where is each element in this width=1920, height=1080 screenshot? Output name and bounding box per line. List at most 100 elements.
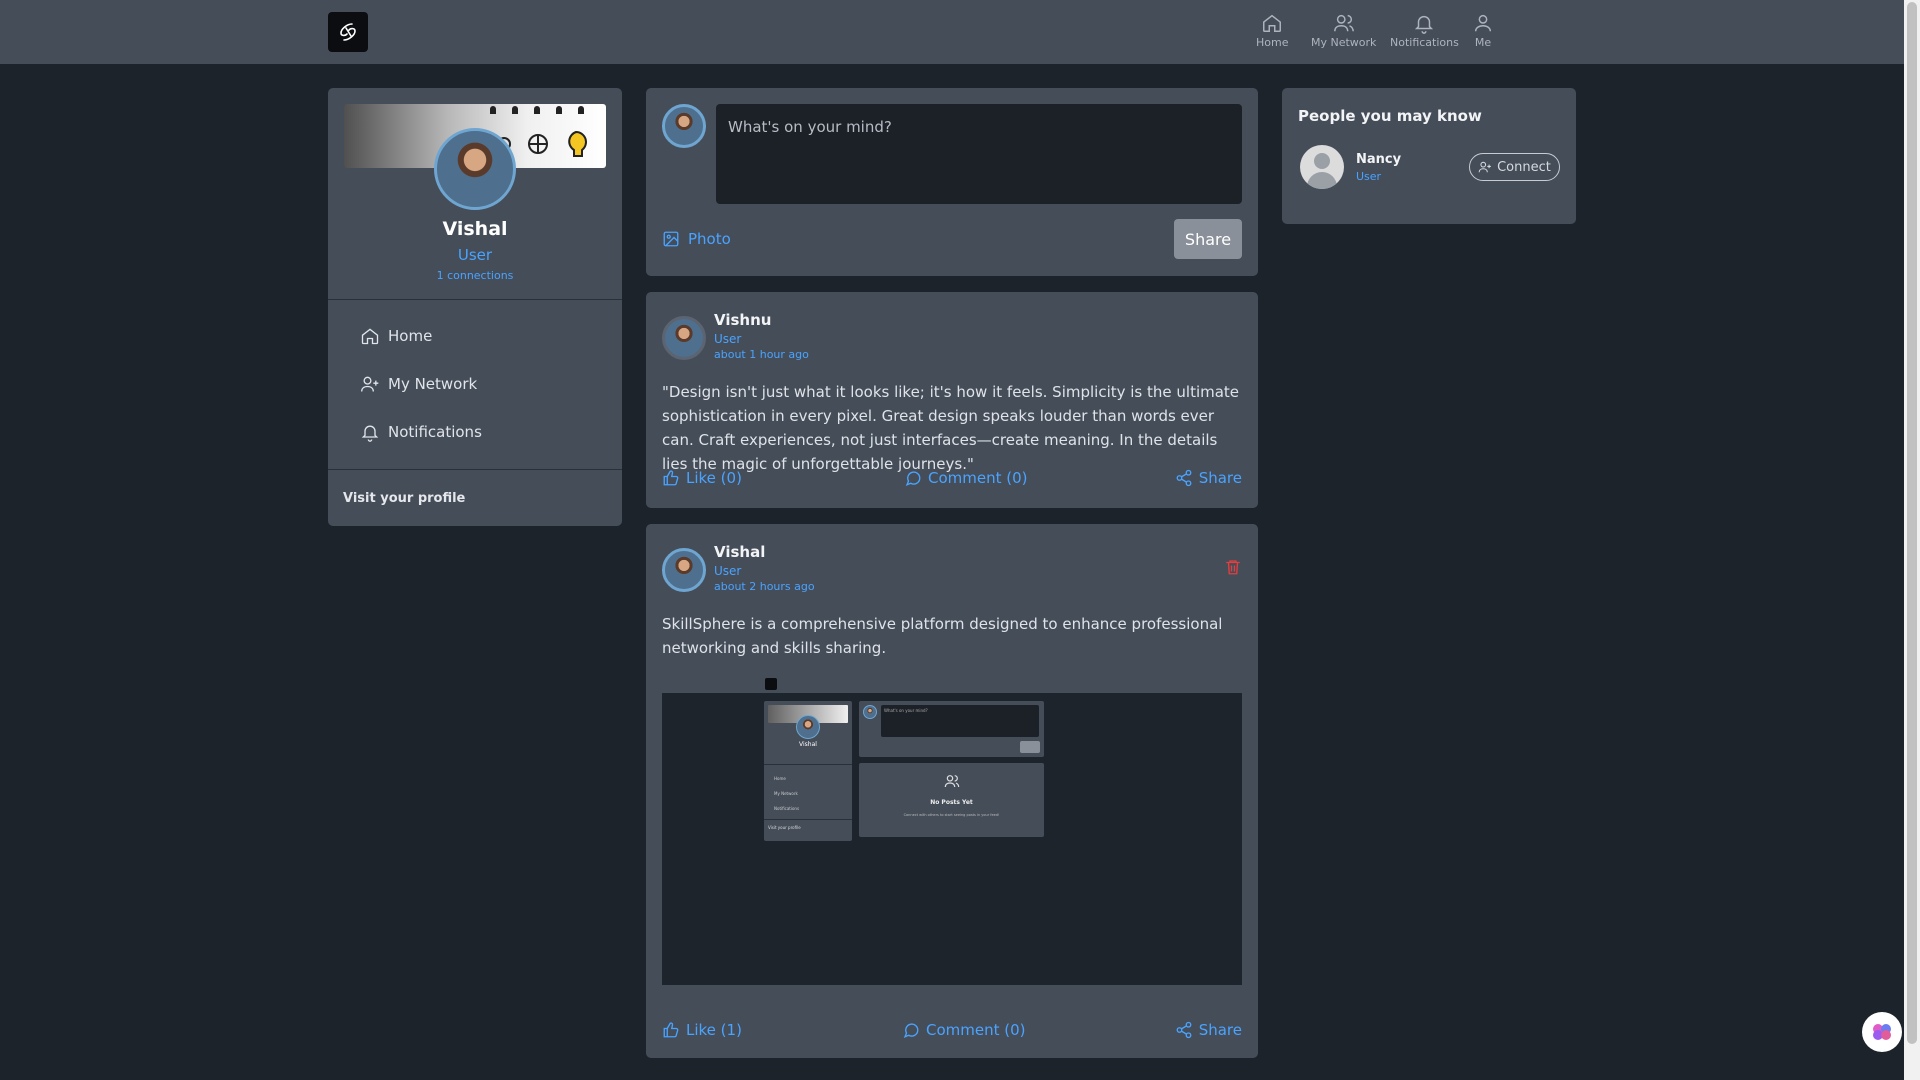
mini-divider (764, 819, 852, 820)
suggestion-avatar[interactable] (1300, 145, 1344, 189)
share-icon (1176, 469, 1192, 487)
assistant-button[interactable] (1862, 1012, 1902, 1052)
mini-navbar (662, 675, 1242, 693)
post-input[interactable]: What's on your mind? (716, 104, 1242, 204)
like-label: Like (1) (686, 1021, 742, 1039)
share-button[interactable]: Share (1175, 1021, 1242, 1039)
mini-profile-card: Vishal Home My Network Notifications Vis… (764, 701, 852, 841)
mini-composer-avatar (863, 705, 877, 719)
like-button[interactable]: Like (0) (662, 469, 742, 487)
bulb-decoration (578, 106, 584, 114)
post-author-role: User (714, 564, 742, 578)
post-text: SkillSphere is a comprehensive platform … (662, 615, 1223, 657)
comment-button[interactable]: Comment (0) (904, 469, 1028, 487)
topnav-network[interactable]: My Network (1311, 12, 1376, 49)
topnav-notifications-label: Notifications (1390, 36, 1459, 49)
mini-name: Vishal (799, 741, 817, 748)
bell-icon (1415, 15, 1434, 34)
post-author-avatar[interactable] (662, 548, 706, 592)
mini-logo (765, 678, 777, 690)
logo-icon (340, 23, 356, 41)
app-logo[interactable] (328, 12, 368, 52)
home-icon (361, 328, 379, 345)
topnav-me[interactable]: Me (1472, 12, 1494, 49)
delete-icon[interactable] (1224, 558, 1242, 576)
suggestion-name[interactable]: Nancy (1356, 152, 1401, 167)
profile-card: Vishal User 1 connections Home My Networ… (328, 88, 622, 526)
bell-icon (361, 425, 379, 442)
page-scrollbar[interactable] (1904, 0, 1920, 1080)
suggestions-card: People you may know Nancy User Connect (1282, 88, 1576, 224)
comment-button[interactable]: Comment (0) (902, 1021, 1026, 1039)
topnav-me-label: Me (1474, 36, 1492, 49)
brain-icon (1873, 1024, 1891, 1040)
sidebar-item-notifications[interactable]: Notifications (360, 422, 482, 442)
composer-avatar (662, 104, 706, 148)
mini-avatar (796, 715, 820, 739)
sidebar-item-network[interactable]: My Network (360, 374, 477, 394)
mini-share-button (1020, 741, 1040, 753)
post-card: Vishal User about 2 hours ago SkillSpher… (646, 524, 1258, 1058)
post-author-name[interactable]: Vishnu (714, 311, 771, 329)
mini-composer: What's on your mind? (859, 701, 1044, 757)
connect-label: Connect (1497, 159, 1551, 175)
users-icon (1333, 14, 1354, 32)
profile-name[interactable]: Vishal (328, 218, 622, 240)
topnav-home[interactable]: Home (1256, 12, 1288, 49)
comment-label: Comment (0) (928, 469, 1028, 487)
photo-label: Photo (688, 230, 731, 248)
topnav-notifications[interactable]: Notifications (1390, 12, 1459, 49)
profile-role: User (457, 246, 493, 264)
user-icon (1474, 14, 1492, 32)
like-label: Like (0) (686, 469, 742, 487)
bulb-decoration (490, 106, 496, 114)
mini-divider (764, 764, 852, 765)
thumbs-up-icon (663, 1022, 679, 1038)
image-icon (663, 231, 679, 247)
users-icon (944, 775, 960, 788)
share-label: Share (1198, 469, 1242, 487)
share-post-button[interactable]: Share (1174, 219, 1242, 259)
divider (328, 299, 622, 300)
user-plus-icon (361, 376, 379, 392)
divider (328, 469, 622, 470)
mini-no-posts-title: No Posts Yet (930, 799, 973, 806)
post-image[interactable]: Vishal Home My Network Notifications Vis… (662, 675, 1242, 985)
scrollbar-thumb[interactable] (1907, 2, 1917, 1044)
profile-connections[interactable]: 1 connections (328, 269, 622, 282)
post-author-name[interactable]: Vishal (714, 543, 765, 561)
photo-button[interactable]: Photo (662, 230, 731, 248)
mini-no-posts-text: Connect with others to start seeing post… (903, 813, 1000, 817)
suggestions-title: People you may know (1298, 107, 1482, 125)
avatar-placeholder-body (1307, 172, 1337, 189)
connect-button[interactable]: Connect (1469, 153, 1560, 181)
share-button[interactable]: Share (1175, 469, 1242, 487)
suggestion-role: User (1356, 170, 1382, 183)
avatar-placeholder-head (1314, 153, 1330, 169)
user-plus-icon (1478, 161, 1491, 173)
mini-nav-list: Home My Network Notifications (774, 771, 799, 816)
mini-input: What's on your mind? (881, 705, 1039, 737)
mini-nav-item: My Network (774, 791, 798, 796)
sidebar-item-label: Notifications (388, 423, 482, 441)
profile-avatar[interactable] (434, 128, 516, 210)
post-author-role: User (714, 332, 742, 346)
share-icon (1176, 1021, 1192, 1039)
like-button[interactable]: Like (1) (662, 1021, 742, 1039)
comment-icon (905, 471, 921, 486)
topnav-home-label: Home (1256, 36, 1289, 49)
top-navbar: Home My Network Notifications Me (0, 0, 1904, 64)
comment-label: Comment (0) (926, 1021, 1026, 1039)
comment-icon (903, 1023, 919, 1038)
post-author-avatar[interactable] (662, 316, 706, 360)
mini-visit: Visit your profile (768, 825, 801, 830)
thumbs-up-icon (663, 470, 679, 486)
share-label: Share (1198, 1021, 1242, 1039)
mini-nav-item: Notifications (774, 806, 800, 811)
sidebar-item-label: My Network (388, 375, 478, 393)
post-composer: What's on your mind? Photo Share (646, 88, 1258, 276)
sidebar-item-home[interactable]: Home (360, 326, 432, 346)
visit-profile-link[interactable]: Visit your profile (343, 491, 465, 506)
home-icon (1263, 14, 1282, 32)
bulb-decoration (556, 106, 562, 114)
